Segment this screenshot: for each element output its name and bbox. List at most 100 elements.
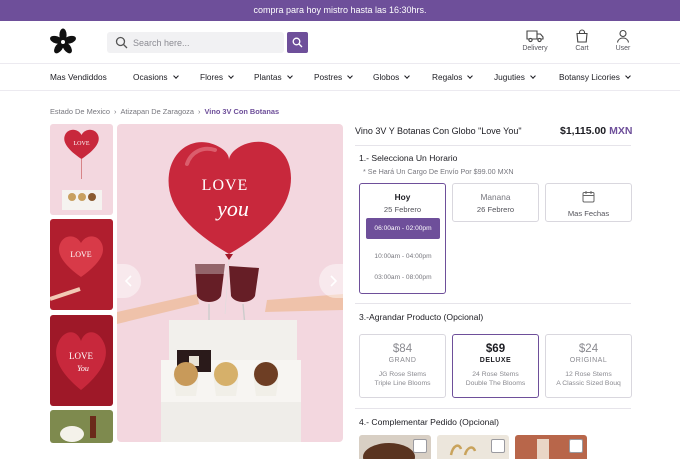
size-option-deluxe[interactable]: $69 DELUXE 24 Rose Stems Double The Bloo…	[452, 334, 539, 398]
option-detail: A Classic Sized Bouq	[556, 380, 621, 387]
section-heading-schedule: 1.- Selecciona Un Horario	[359, 153, 458, 163]
nav-item-botanas-licores[interactable]: Botansy Licories	[559, 64, 631, 91]
breadcrumb-item[interactable]: Atizapan De Zaragoza	[120, 107, 194, 116]
size-option-grand[interactable]: $84 GRAND JG Rose Stems Triple Line Bloo…	[359, 334, 446, 398]
chevron-down-icon	[625, 73, 631, 79]
svg-text:LOVE: LOVE	[202, 177, 249, 194]
cart-label: Cart	[575, 45, 589, 52]
delivery-label: Delivery	[522, 45, 548, 52]
site-header: Delivery Cart User	[0, 21, 680, 64]
product-main-image: LOVE you	[117, 124, 343, 442]
calendar-icon	[582, 191, 595, 203]
cart-link[interactable]: Cart	[562, 29, 602, 52]
time-slot[interactable]: 03:00am - 08:00pm	[366, 267, 440, 288]
nav-item-mas-vendidos[interactable]: Mas Vendiddos	[50, 64, 107, 91]
thumbnail-image: LOVE	[50, 219, 113, 310]
more-dates-button[interactable]: Mas Fechas	[545, 183, 632, 222]
option-price: $69	[485, 343, 506, 355]
flower-logo-icon[interactable]	[49, 28, 77, 56]
category-nav: Mas Vendiddos Ocasions Flores Plantas Po…	[0, 64, 680, 91]
product-title: Vino 3V Y Botanas Con Globo "Love You"	[355, 126, 522, 136]
product-price: $1,115.00 MXN	[560, 125, 632, 137]
thumbnail-image: LOVE You	[50, 315, 113, 406]
bag-icon	[576, 29, 588, 43]
truck-icon	[526, 30, 544, 43]
shipping-note: * Se Hará Un Cargo De Envío Por $99.00 M…	[363, 167, 514, 176]
option-name: GRAND	[388, 357, 417, 364]
chevron-down-icon	[467, 73, 474, 79]
addon-item[interactable]	[437, 435, 509, 459]
option-detail: JG Rose Stems	[378, 371, 427, 378]
search-box[interactable]	[107, 32, 284, 53]
svg-text:LOVE: LOVE	[70, 250, 91, 259]
svg-text:you: you	[215, 196, 249, 221]
product-thumbnail[interactable]: LOVE	[50, 124, 113, 215]
time-slot[interactable]: 10:00am - 04:00pm	[366, 246, 440, 267]
divider	[355, 303, 631, 304]
svg-text:You: You	[77, 364, 89, 373]
search-icon	[292, 37, 303, 48]
divider	[355, 145, 631, 146]
chevron-down-icon	[228, 73, 234, 79]
day-option-today[interactable]: Hoy 25 Febrero 06:00am - 02:00pm 10:00am…	[359, 183, 446, 294]
option-name: ORIGINAL	[569, 357, 608, 364]
product-thumbnail[interactable]: LOVE You	[50, 315, 113, 406]
chevron-down-icon	[404, 73, 411, 79]
user-link[interactable]: User	[603, 29, 643, 52]
breadcrumb: Estado De Mexico › Atizapan De Zaragoza › Vi…	[50, 107, 279, 116]
option-price: $84	[392, 343, 413, 355]
size-option-original[interactable]: $24 ORIGINAL 12 Rose Stems A Classic Siz…	[545, 334, 632, 398]
section-heading-complement: 4.- Complementar Pedido (Opcional)	[359, 417, 499, 427]
nav-item-postres[interactable]: Postres	[314, 64, 353, 91]
day-date: 26 Febrero	[476, 205, 515, 214]
chevron-down-icon	[286, 73, 293, 79]
breadcrumb-item[interactable]: Estado De Mexico	[50, 107, 110, 116]
svg-text:LOVE: LOVE	[69, 351, 93, 361]
addon-checkbox[interactable]	[491, 439, 505, 453]
chevron-left-icon	[124, 275, 132, 287]
search-input[interactable]	[133, 34, 279, 51]
delivery-link[interactable]: Delivery	[515, 29, 555, 52]
chevron-down-icon	[172, 73, 179, 79]
nav-item-globos[interactable]: Globos	[373, 64, 411, 91]
addon-item[interactable]	[359, 435, 431, 459]
product-photo: LOVE you	[117, 124, 343, 442]
day-date: 25 Febrero	[383, 205, 422, 214]
day-name: Hoy	[394, 192, 411, 202]
thumbnail-image: LOVE	[50, 124, 113, 215]
thumbnail-image	[50, 410, 113, 443]
option-detail: 24 Rose Stems	[472, 371, 519, 378]
option-price: $24	[578, 343, 599, 355]
nav-item-ocasions[interactable]: Ocasions	[133, 64, 179, 91]
addon-checkbox[interactable]	[413, 439, 427, 453]
option-detail: Triple Line Blooms	[374, 380, 431, 387]
nav-item-flores[interactable]: Flores	[200, 64, 234, 91]
breadcrumb-separator: ›	[198, 107, 201, 116]
divider	[355, 408, 631, 409]
promo-banner: compra para hoy mistro hasta las 16:30hr…	[0, 0, 680, 21]
user-icon	[616, 29, 630, 43]
more-dates-label: Mas Fechas	[567, 209, 610, 218]
option-detail: 12 Rose Stems	[565, 371, 612, 378]
time-slot[interactable]: 06:00am - 02:00pm	[366, 218, 440, 239]
chevron-down-icon	[347, 73, 353, 79]
search-button[interactable]	[287, 32, 308, 53]
chevron-right-icon	[330, 275, 338, 287]
search-icon	[115, 36, 128, 49]
addon-checkbox[interactable]	[569, 439, 583, 453]
product-thumbnail[interactable]	[50, 410, 113, 443]
nav-item-juguetes[interactable]: Juguties	[494, 64, 536, 91]
chevron-down-icon	[530, 73, 536, 79]
nav-item-plantas[interactable]: Plantas	[254, 64, 293, 91]
user-label: User	[615, 45, 631, 52]
breadcrumb-current: Vino 3V Con Botanas	[204, 107, 280, 116]
product-thumbnail[interactable]: LOVE	[50, 219, 113, 310]
breadcrumb-separator: ›	[113, 107, 117, 116]
option-name: DELUXE	[479, 357, 512, 364]
addon-item[interactable]	[515, 435, 587, 459]
nav-item-regalos[interactable]: Regalos	[432, 64, 474, 91]
price-currency: MXN	[609, 125, 633, 137]
svg-text:LOVE: LOVE	[74, 141, 90, 147]
day-name: Manana	[480, 192, 511, 202]
day-option-tomorrow[interactable]: Manana 26 Febrero	[452, 183, 539, 222]
